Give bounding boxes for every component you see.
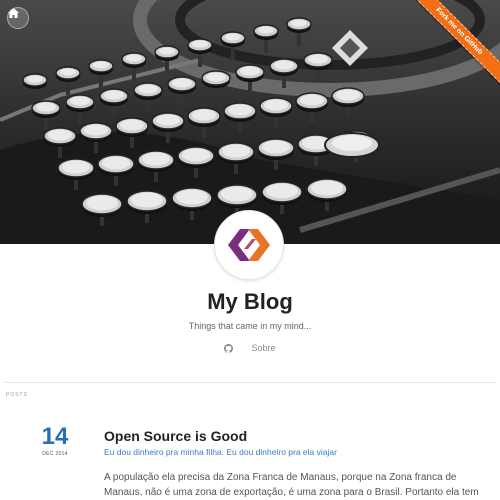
github-icon [224,343,234,353]
blog-logo-icon [228,229,270,261]
post-day: 14 [41,423,69,450]
post-excerpt-line: Manaus, não é uma zona de exportação, é … [104,487,479,498]
avatar [214,210,284,280]
post-date: 14 DEC 2014 [32,423,78,458]
header-links: Sobre [0,343,500,353]
divider [4,382,496,383]
post-excerpt: A população ela precisa da Zona Franca d… [104,470,500,500]
blog-tagline: Things that came in my mind... [188,321,312,331]
home-button[interactable] [7,7,29,29]
github-link[interactable] [224,343,234,353]
fork-ribbon: Fork me on GitHub [410,0,500,90]
post-excerpt-line: A população ela precisa da Zona Franca d… [104,472,457,483]
post-title-link[interactable]: Open Source is Good [104,428,247,444]
home-icon [8,8,19,18]
blog-title: My Blog [207,289,293,314]
posts-section-label: POSTS [6,392,28,398]
about-link[interactable]: Sobre [251,343,275,353]
fork-on-github-link[interactable]: Fork me on GitHub [410,0,500,90]
post-month-year: DEC 2014 [42,451,68,457]
hero-banner: Fork me on GitHub [0,0,500,244]
post-subtitle-link[interactable]: Eu dou dinheiro pra minha filha. Eu dou … [104,447,337,457]
